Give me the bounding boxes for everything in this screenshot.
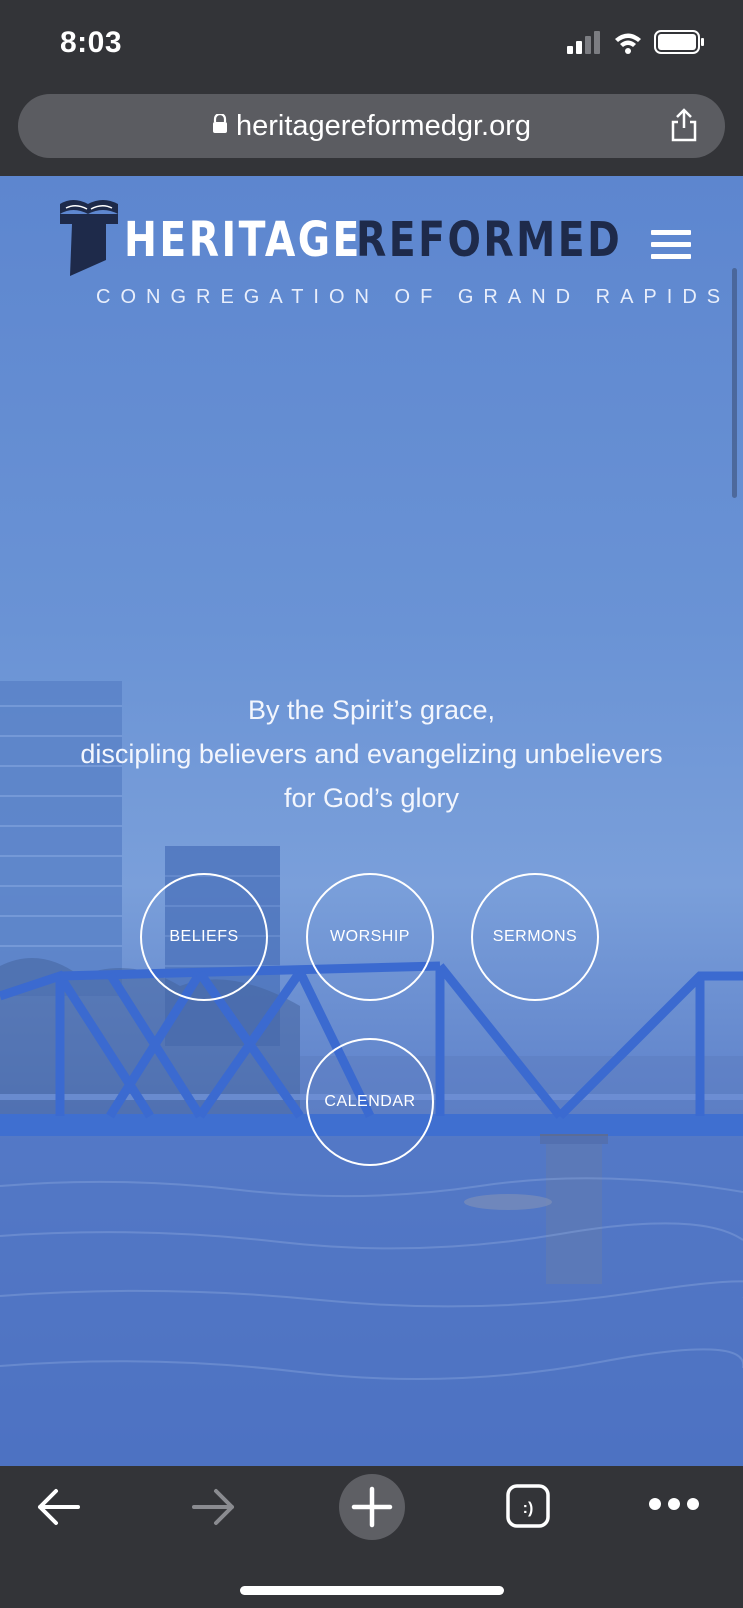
hamburger-menu-icon[interactable] bbox=[651, 230, 691, 260]
beliefs-button[interactable]: BELIEFS bbox=[140, 873, 268, 1001]
url-text: heritagereformedgr.org bbox=[236, 110, 531, 142]
battery-icon bbox=[654, 30, 704, 54]
status-time: 8:03 bbox=[60, 26, 123, 59]
logo-word-heritage: HERITAGE bbox=[124, 212, 362, 268]
share-icon[interactable] bbox=[669, 108, 699, 147]
tagline-line-1: By the Spirit’s grace, bbox=[247, 695, 496, 725]
book-pillar-icon bbox=[60, 200, 118, 276]
svg-text::): :) bbox=[523, 1500, 534, 1517]
tagline-line-3: for God’s glory bbox=[283, 783, 460, 813]
more-dots-icon[interactable] bbox=[648, 1496, 700, 1517]
calendar-button[interactable]: CALENDAR bbox=[306, 1038, 434, 1166]
logo-word-reformed: REFORMED bbox=[356, 212, 623, 268]
lock-icon bbox=[212, 109, 228, 142]
hero-section: HERITAGE REFORMED CONGREGATION OF GRAND … bbox=[0, 176, 743, 1466]
signal-icon bbox=[567, 31, 600, 54]
back-arrow-icon[interactable] bbox=[34, 1486, 82, 1533]
home-indicator[interactable] bbox=[240, 1586, 504, 1595]
status-icons bbox=[567, 30, 709, 58]
site-logo[interactable]: HERITAGE REFORMED CONGREGATION OF GRAND … bbox=[58, 194, 720, 308]
city-bridge-background bbox=[0, 681, 743, 1466]
address-bar[interactable]: heritagereformedgr.org bbox=[18, 94, 725, 158]
url-display[interactable]: heritagereformedgr.org bbox=[18, 110, 725, 143]
tagline-line-2: discipling believers and evangelizing un… bbox=[80, 739, 663, 769]
scroll-indicator[interactable] bbox=[732, 268, 737, 498]
status-bar: 8:03 bbox=[0, 0, 743, 88]
sermons-button[interactable]: SERMONS bbox=[471, 873, 599, 1001]
tabs-icon[interactable]: :) bbox=[506, 1484, 550, 1533]
wifi-icon bbox=[615, 33, 641, 54]
logo-subtitle: CONGREGATION OF GRAND RAPIDS bbox=[96, 286, 731, 308]
plus-icon[interactable] bbox=[339, 1474, 405, 1545]
worship-button[interactable]: WORSHIP bbox=[306, 873, 434, 1001]
mission-tagline: By the Spirit’s grace, discipling believ… bbox=[0, 688, 743, 820]
forward-arrow-icon[interactable] bbox=[190, 1486, 238, 1533]
browser-address-area: heritagereformedgr.org bbox=[0, 88, 743, 176]
